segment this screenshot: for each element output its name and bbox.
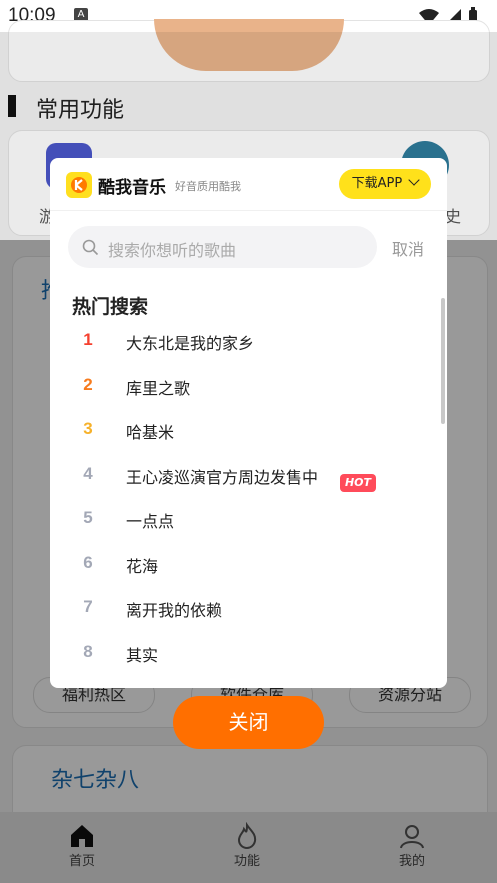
cancel-button[interactable]: 取消 — [392, 236, 424, 260]
download-label: 下载APP — [351, 176, 403, 191]
song-rank: 3 — [83, 419, 93, 438]
song-row[interactable]: 7 离开我的依赖 — [50, 595, 430, 631]
hot-search-title: 热门搜索 — [72, 296, 149, 318]
song-row[interactable]: 6 花海 — [50, 551, 430, 587]
song-title: 一点点 — [126, 512, 175, 531]
search-placeholder: 搜索你想听的歌曲 — [108, 241, 237, 260]
song-row[interactable]: 3 哈基米 — [50, 417, 430, 453]
modal-header: 酷我音乐 好音质用酷我 下载APP — [50, 158, 447, 211]
hot-badge: HOT — [340, 474, 376, 492]
song-row[interactable]: 5 一点点 — [50, 506, 430, 542]
kuwo-logo-icon — [66, 172, 92, 198]
scrollbar[interactable] — [441, 298, 445, 424]
song-rank: 2 — [83, 374, 93, 394]
song-row[interactable]: 1 大东北是我的家乡 — [50, 328, 430, 364]
search-input[interactable]: 搜索你想听的歌曲 — [68, 226, 377, 268]
song-title: 王心凌巡演官方周边发售中 — [126, 467, 319, 487]
song-rank: 6 — [83, 552, 93, 572]
kuwo-search-modal: 酷我音乐 好音质用酷我 下载APP 搜索你想听的歌曲 取消 热门搜索 1 大东北是… — [50, 158, 447, 688]
download-app-button[interactable]: 下载APP — [339, 169, 431, 199]
song-rank: 5 — [83, 508, 93, 527]
brand-name: 酷我音乐 — [98, 178, 166, 198]
song-rank: 7 — [83, 597, 93, 616]
song-rank: 8 — [83, 641, 93, 661]
close-button[interactable]: 关闭 — [173, 696, 324, 749]
song-row[interactable]: 8 其实 — [50, 640, 430, 676]
brand-slogan: 好音质用酷我 — [175, 180, 241, 193]
song-title: 大东北是我的家乡 — [126, 334, 255, 353]
song-row[interactable]: 2 库里之歌 — [50, 373, 430, 409]
song-title: 离开我的依赖 — [126, 601, 223, 620]
song-title: 其实 — [126, 645, 159, 665]
song-rank: 1 — [83, 330, 93, 349]
song-title: 花海 — [126, 556, 159, 576]
chevron-down-icon — [408, 174, 421, 186]
song-title: 哈基米 — [126, 423, 175, 442]
song-rank: 4 — [83, 463, 93, 483]
song-title: 库里之歌 — [126, 378, 191, 398]
search-icon — [82, 239, 99, 256]
